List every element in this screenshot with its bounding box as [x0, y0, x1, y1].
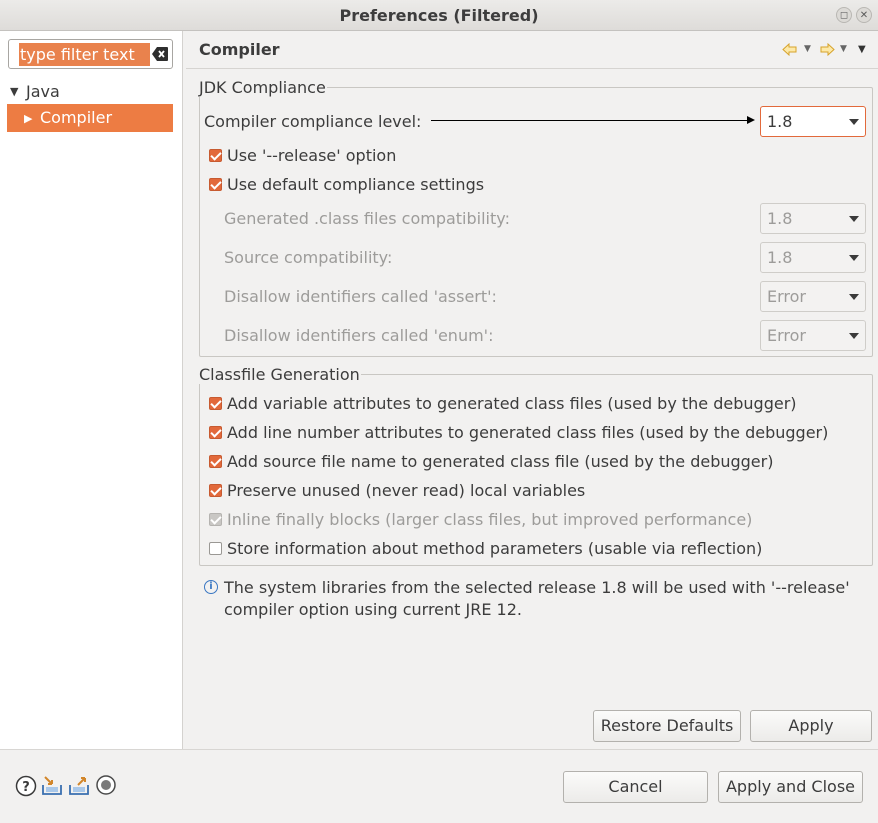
source-file-name-label[interactable]: Add source file name to generated class … [227, 452, 773, 471]
use-default-compliance-label[interactable]: Use default compliance settings [227, 175, 484, 194]
source-file-name-checkbox[interactable] [209, 455, 222, 468]
preserve-unused-locals-checkbox[interactable] [209, 484, 222, 497]
assert-identifier-label: Disallow identifiers called 'assert': [224, 287, 497, 306]
classfile-generation-group-label: Classfile Generation [198, 365, 361, 384]
method-parameters-checkbox[interactable] [209, 542, 222, 555]
title-bar: Preferences (Filtered) ◻ ✕ [0, 0, 878, 31]
dropdown-arrow-icon [849, 255, 859, 261]
variable-attributes-checkbox[interactable] [209, 397, 222, 410]
tree-item-java[interactable]: ▼ Java [10, 82, 60, 102]
assert-identifier-value: Error [767, 287, 806, 306]
tree-item-label: Compiler [40, 108, 113, 127]
assert-identifier-dropdown[interactable]: Error [760, 281, 866, 312]
view-menu-icon[interactable]: ▼ [858, 44, 866, 55]
source-compat-dropdown[interactable]: 1.8 [760, 242, 866, 273]
clear-filter-icon[interactable] [152, 47, 168, 61]
dropdown-arrow-icon [849, 119, 859, 125]
info-message-line1: The system libraries from the selected r… [224, 578, 850, 597]
tree-item-label: Java [26, 82, 60, 101]
dropdown-arrow-icon [849, 333, 859, 339]
forward-menu-icon[interactable]: ▼ [840, 44, 847, 54]
help-icon[interactable]: ? [15, 775, 37, 797]
jdk-compliance-group-label: JDK Compliance [198, 78, 327, 97]
inline-finally-label: Inline finally blocks (larger class file… [227, 510, 753, 529]
annotation-arrow-line [431, 120, 749, 121]
enum-identifier-dropdown[interactable]: Error [760, 320, 866, 351]
info-icon: i [204, 580, 218, 594]
page-title: Compiler [199, 40, 280, 59]
back-menu-icon[interactable]: ▼ [804, 44, 811, 54]
inline-finally-checkbox[interactable] [209, 513, 222, 526]
back-arrow-icon[interactable] [782, 43, 797, 56]
annotation-arrow-head [747, 116, 755, 124]
export-preferences-icon[interactable] [68, 775, 90, 797]
close-window-button[interactable]: ✕ [856, 7, 872, 23]
record-icon[interactable] [95, 775, 117, 797]
restore-defaults-button[interactable]: Restore Defaults [593, 710, 741, 742]
use-release-checkbox[interactable] [209, 149, 222, 162]
enum-identifier-value: Error [767, 326, 806, 345]
page-navigation: ▼ ▼ ▼ [782, 42, 872, 58]
compliance-level-value: 1.8 [767, 112, 793, 131]
cancel-button[interactable]: Cancel [563, 771, 708, 803]
variable-attributes-label[interactable]: Add variable attributes to generated cla… [227, 394, 797, 413]
class-files-compat-dropdown[interactable]: 1.8 [760, 203, 866, 234]
bottom-divider [0, 749, 878, 750]
window-title: Preferences (Filtered) [339, 6, 539, 25]
preserve-unused-locals-label[interactable]: Preserve unused (never read) local varia… [227, 481, 585, 500]
filter-input[interactable]: type filter text [19, 43, 150, 66]
tree-item-compiler[interactable]: ▶ Compiler [7, 104, 173, 132]
apply-button[interactable]: Apply [750, 710, 872, 742]
source-compat-value: 1.8 [767, 248, 793, 267]
apply-and-close-button[interactable]: Apply and Close [718, 771, 863, 803]
method-parameters-label[interactable]: Store information about method parameter… [227, 539, 762, 558]
header-divider [186, 68, 878, 69]
use-release-label[interactable]: Use '--release' option [227, 146, 396, 165]
enum-identifier-label: Disallow identifiers called 'enum': [224, 326, 494, 345]
info-message-line2: compiler option using current JRE 12. [224, 600, 522, 619]
maximize-button[interactable]: ◻ [836, 7, 852, 23]
class-files-compat-label: Generated .class files compatibility: [224, 209, 510, 228]
use-default-compliance-checkbox[interactable] [209, 178, 222, 191]
expanded-triangle-icon[interactable]: ▼ [10, 85, 26, 98]
filter-field[interactable]: type filter text [8, 39, 173, 69]
compliance-level-label: Compiler compliance level: [204, 112, 422, 131]
collapsed-triangle-icon[interactable]: ▶ [24, 105, 40, 133]
class-files-compat-value: 1.8 [767, 209, 793, 228]
line-number-attributes-label[interactable]: Add line number attributes to generated … [227, 423, 828, 442]
preferences-tree-pane: type filter text ▼ Java ▶ Compiler [0, 31, 183, 749]
svg-text:?: ? [22, 780, 30, 795]
forward-arrow-icon[interactable] [820, 43, 835, 56]
dropdown-arrow-icon [849, 294, 859, 300]
line-number-attributes-checkbox[interactable] [209, 426, 222, 439]
compliance-level-dropdown[interactable]: 1.8 [760, 106, 866, 137]
import-preferences-icon[interactable] [41, 775, 63, 797]
dropdown-arrow-icon [849, 216, 859, 222]
source-compat-label: Source compatibility: [224, 248, 393, 267]
